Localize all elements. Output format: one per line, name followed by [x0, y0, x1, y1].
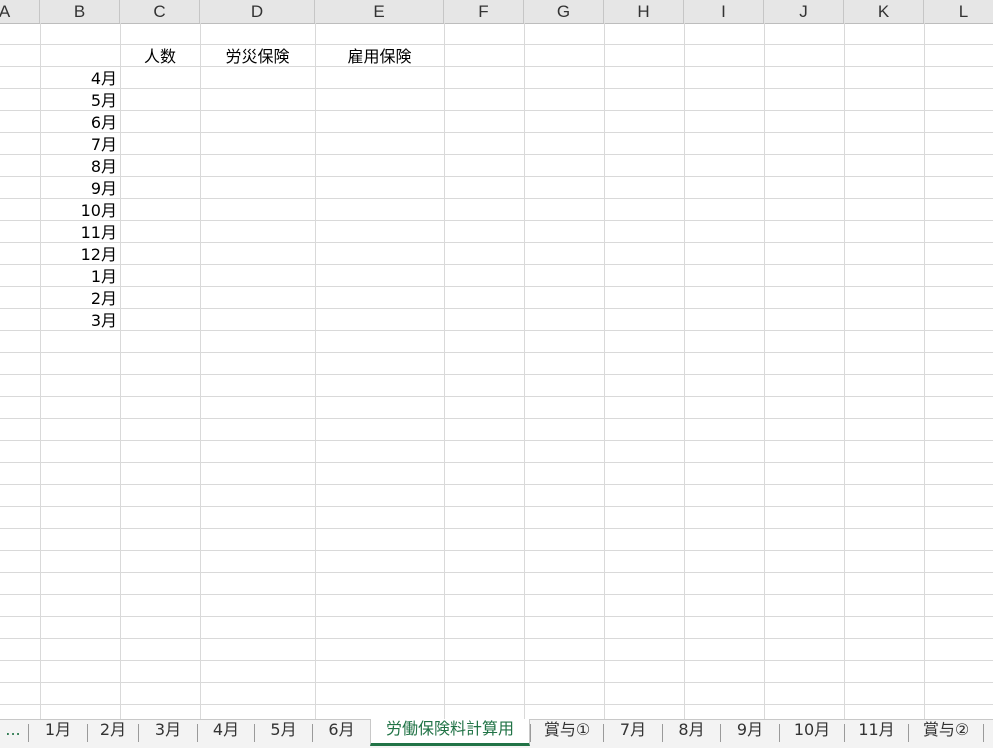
month-cell[interactable]: 3月 [40, 309, 117, 331]
month-cell[interactable]: 12月 [40, 243, 117, 265]
sheet-tab[interactable]: 3月 [139, 720, 197, 748]
column-header-l[interactable]: L [924, 0, 993, 23]
sheet-tab[interactable]: 2月 [88, 720, 138, 748]
column-header-b[interactable]: B [40, 0, 120, 23]
header-cell-e[interactable]: 雇用保険 [315, 45, 444, 67]
month-cell[interactable]: 11月 [40, 221, 117, 243]
column-header-i[interactable]: I [684, 0, 764, 23]
sheet-tab[interactable]: 労働保険料計算用 [370, 719, 530, 746]
month-cell[interactable]: 4月 [40, 67, 117, 89]
sheet-tab-overflow[interactable]: ... [0, 720, 26, 748]
column-header-h[interactable]: H [604, 0, 684, 23]
sheet-tab[interactable]: 8月 [663, 720, 720, 748]
column-header-d[interactable]: D [200, 0, 315, 23]
month-cell[interactable]: 5月 [40, 89, 117, 111]
header-cell-c[interactable]: 人数 [120, 45, 200, 67]
month-cell[interactable]: 1月 [40, 265, 117, 287]
column-header-c[interactable]: C [120, 0, 200, 23]
month-cell[interactable]: 8月 [40, 155, 117, 177]
month-cell[interactable]: 6月 [40, 111, 117, 133]
sheet-tab[interactable]: 7月 [604, 720, 662, 748]
month-cell[interactable]: 2月 [40, 287, 117, 309]
month-cell[interactable]: 10月 [40, 199, 117, 221]
month-cell[interactable]: 7月 [40, 133, 117, 155]
column-header-a[interactable]: A [0, 0, 40, 23]
month-cell[interactable]: 9月 [40, 177, 117, 199]
column-header-e[interactable]: E [315, 0, 444, 23]
sheet-tab-bar: ... 1月 2月 3月 4月 5月 6月 労働保険料計算用 賞与① 7月 8月 9月 10月 11月賞… [0, 719, 993, 748]
sheet-tab[interactable]: 11月 [845, 720, 908, 748]
sheet-tab[interactable]: 賞与① [531, 720, 603, 748]
sheet-tab[interactable]: 6月 [313, 720, 370, 748]
column-header-k[interactable]: K [844, 0, 924, 23]
column-header-g[interactable]: G [524, 0, 604, 23]
sheet-tab[interactable]: 4月 [198, 720, 254, 748]
column-header-j[interactable]: J [764, 0, 844, 23]
column-header-f[interactable]: F [444, 0, 524, 23]
sheet-tab[interactable]: 10月 [780, 720, 844, 748]
sheet-tab[interactable]: 賞与② [909, 720, 983, 748]
sheet-tab[interactable]: 1月 [29, 720, 87, 748]
sheet-tab[interactable]: 5月 [255, 720, 312, 748]
spreadsheet-grid[interactable]: 人数 労災保険 雇用保険 4月 5月 6月 7月 8月 9月 10月 11月 12月 1月 2月 3月 [0, 23, 993, 719]
column-header-bar: ABCDEFGHIJKL [0, 0, 993, 24]
sheet-tab[interactable]: 9月 [721, 720, 779, 748]
header-cell-d[interactable]: 労災保険 [200, 45, 315, 67]
